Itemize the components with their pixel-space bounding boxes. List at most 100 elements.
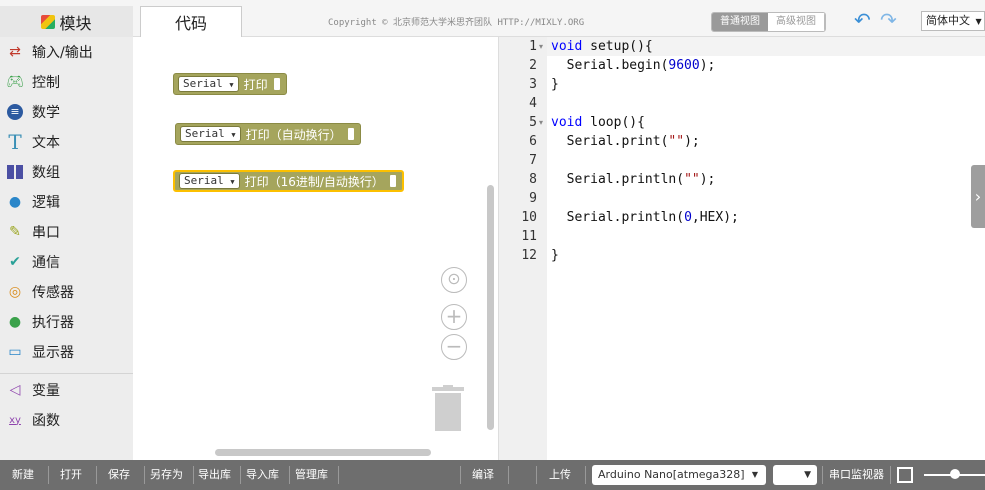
code-line: Serial.println(""); — [551, 172, 716, 187]
save-button[interactable]: 保存 — [108, 460, 130, 490]
bottom-toolbar: 新建 打开 保存 另存为 导出库 导入库 管理库 编译 上传 Arduino N… — [0, 460, 985, 490]
category-serial[interactable]: ✎ 串口 — [0, 217, 133, 247]
serial-dropdown[interactable]: Serial ▼ — [178, 76, 239, 92]
category-display[interactable]: ▭ 显示器 — [0, 337, 133, 367]
function-icon: xy — [9, 414, 21, 426]
zoom-slider-handle[interactable] — [950, 469, 960, 479]
workspace-horizontal-scrollbar[interactable] — [215, 449, 431, 456]
zoom-in-icon[interactable]: + — [441, 304, 467, 330]
category-math[interactable]: ≡ 数学 — [0, 97, 133, 127]
serial-dropdown[interactable]: Serial ▼ — [180, 126, 241, 142]
serial-dropdown-label: Serial — [185, 127, 225, 140]
chevron-right-icon[interactable]: › — [971, 165, 985, 228]
category-label: 串口 — [32, 225, 60, 241]
category-label: 执行器 — [32, 315, 74, 331]
port-select[interactable]: ▼ — [773, 465, 817, 485]
line-number: 10 — [521, 210, 537, 225]
code-editor[interactable]: 1 2 3 4 5 6 7 8 9 10 11 12 ▾ ▾ void setu… — [498, 37, 985, 460]
manage-lib-button[interactable]: 管理库 — [295, 460, 328, 490]
category-actuator[interactable]: ● 执行器 — [0, 307, 133, 337]
category-label: 显示器 — [32, 345, 74, 361]
line-number: 8 — [529, 172, 537, 187]
category-label: 输入/输出 — [32, 45, 93, 61]
category-comms[interactable]: ✔ 通信 — [0, 247, 133, 277]
advanced-view-button[interactable]: 高级视图 — [768, 13, 825, 31]
toolbar-divider — [822, 466, 823, 484]
redo-icon[interactable]: ↷ — [880, 10, 897, 30]
category-label: 函数 — [32, 413, 60, 429]
code-line: Serial.begin(9600); — [551, 58, 716, 73]
category-io[interactable]: ⇄ 输入/输出 — [0, 37, 133, 67]
category-label: 数组 — [32, 165, 60, 181]
text-icon: T — [8, 130, 22, 154]
category-logic[interactable]: ● 逻辑 — [0, 187, 133, 217]
line-number: 6 — [529, 134, 537, 149]
toolbar-divider — [338, 466, 339, 484]
chevron-down-icon: ▼ — [229, 81, 234, 89]
tab-code[interactable]: 代码 — [140, 6, 242, 37]
board-select[interactable]: Arduino Nano[atmega328] ▼ — [592, 465, 766, 485]
tab-blocks[interactable]: 模块 — [0, 6, 133, 37]
top-bar: 模块 代码 Copyright © 北京师范大学米思齐团队 HTTP://MIX… — [0, 0, 985, 37]
chevron-down-icon: ▼ — [751, 470, 758, 479]
category-label: 数学 — [32, 105, 60, 121]
category-array[interactable]: 数组 — [0, 157, 133, 187]
blocks-workspace[interactable]: Serial ▼ 打印 Serial ▼ 打印（自动换行） Serial ▼ 打… — [133, 37, 497, 460]
upload-button[interactable]: 上传 — [549, 460, 571, 490]
category-function[interactable]: xy 函数 — [0, 405, 133, 435]
line-number: 9 — [529, 191, 537, 206]
toolbar-divider — [240, 466, 241, 484]
category-control[interactable]: 🎮︎ 控制 — [0, 67, 133, 97]
save-as-button[interactable]: 另存为 — [150, 460, 183, 490]
toolbar-divider — [96, 466, 97, 484]
category-label: 传感器 — [32, 285, 74, 301]
array-icon — [6, 163, 24, 181]
category-variable[interactable]: ◁ 变量 — [0, 375, 133, 405]
undo-icon[interactable]: ↶ — [854, 10, 871, 30]
chevron-down-icon: ▼ — [230, 178, 235, 186]
recenter-icon[interactable]: ⊙ — [441, 267, 467, 293]
serial-dropdown-label: Serial — [183, 77, 223, 90]
fold-icon[interactable]: ▾ — [539, 113, 543, 132]
serial-println-block[interactable]: Serial ▼ 打印（自动换行） — [175, 123, 361, 145]
pencil-icon: ✎ — [9, 224, 21, 240]
math-icon: ≡ — [6, 103, 24, 121]
normal-view-button[interactable]: 普通视图 — [712, 13, 768, 31]
sensor-icon: ◎ — [8, 284, 22, 300]
category-label: 逻辑 — [32, 195, 60, 211]
toolbar-divider — [536, 466, 537, 484]
language-select[interactable]: 简体中文 ▼ — [921, 11, 985, 31]
chip-icon[interactable] — [897, 467, 913, 483]
zoom-out-icon[interactable]: − — [441, 334, 467, 360]
workspace-vertical-scrollbar[interactable] — [487, 185, 494, 430]
trash-icon[interactable] — [431, 385, 465, 431]
toolbar-divider — [48, 466, 49, 484]
tab-blocks-label: 模块 — [59, 13, 92, 33]
serial-print-block[interactable]: Serial ▼ 打印 — [173, 73, 287, 95]
category-divider — [0, 367, 133, 374]
export-lib-button[interactable]: 导出库 — [198, 460, 231, 490]
chevron-down-icon: ▼ — [975, 17, 982, 26]
category-label: 控制 — [32, 75, 60, 91]
serial-monitor-button[interactable]: 串口监视器 — [829, 460, 884, 490]
new-button[interactable]: 新建 — [12, 460, 34, 490]
comms-icon: ✔ — [9, 254, 21, 270]
serial-println-hex-block[interactable]: Serial ▼ 打印（16进制/自动换行） — [173, 170, 404, 192]
line-number: 2 — [529, 58, 537, 73]
board-label: Arduino Nano[atmega328] — [598, 468, 745, 481]
compile-button[interactable]: 编译 — [472, 460, 494, 490]
fold-icon[interactable]: ▾ — [539, 37, 543, 56]
serial-dropdown[interactable]: Serial ▼ — [179, 173, 240, 189]
import-lib-button[interactable]: 导入库 — [246, 460, 279, 490]
language-label: 简体中文 — [926, 14, 970, 27]
block-notch — [389, 175, 396, 187]
code-line: void loop(){ — [551, 115, 645, 130]
toolbar-divider — [193, 466, 194, 484]
blocks-icon — [41, 14, 56, 29]
view-switch: 普通视图 高级视图 — [711, 12, 826, 32]
category-sensor[interactable]: ◎ 传感器 — [0, 277, 133, 307]
open-button[interactable]: 打开 — [60, 460, 82, 490]
toolbar-divider — [508, 466, 509, 484]
code-line: } — [551, 248, 559, 263]
category-text[interactable]: T 文本 — [0, 127, 133, 157]
